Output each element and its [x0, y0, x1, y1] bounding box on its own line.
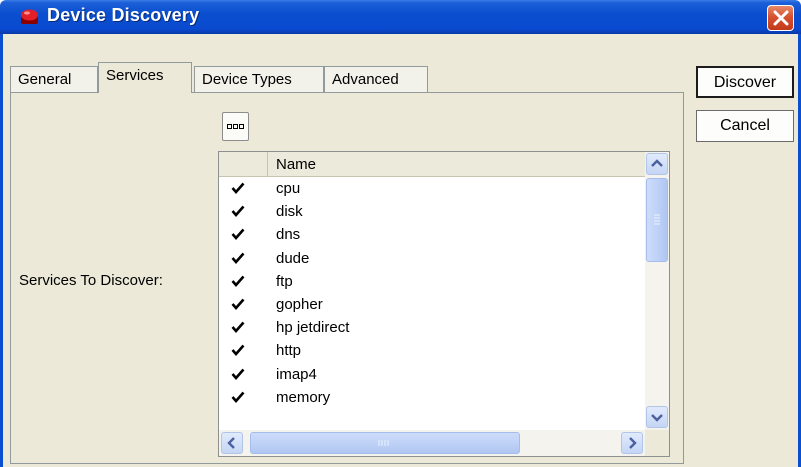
- service-row[interactable]: disk: [219, 201, 645, 224]
- checkmark-icon[interactable]: [231, 320, 245, 334]
- services-to-discover-label: Services To Discover:: [19, 272, 163, 289]
- grip-icon: [654, 214, 660, 225]
- chevron-left-icon: [227, 437, 235, 449]
- service-name: imap4: [276, 365, 317, 383]
- tab-device-types[interactable]: Device Types: [194, 66, 324, 93]
- discover-button[interactable]: Discover: [696, 66, 794, 98]
- close-button[interactable]: [767, 5, 794, 31]
- checkmark-icon[interactable]: [231, 390, 245, 404]
- tab-general[interactable]: General: [10, 66, 98, 93]
- vertical-scrollbar[interactable]: [645, 152, 669, 430]
- service-name: dude: [276, 249, 310, 267]
- title-bar[interactable]: Device Discovery: [0, 0, 801, 34]
- service-name: disk: [276, 203, 303, 221]
- service-row[interactable]: dude: [219, 248, 645, 271]
- checkmark-icon[interactable]: [231, 274, 245, 288]
- service-name: cpu: [276, 180, 301, 197]
- chevron-right-icon: [629, 437, 637, 449]
- checkmark-icon[interactable]: [231, 227, 245, 241]
- scroll-down-button[interactable]: [646, 406, 668, 428]
- checkmark-icon[interactable]: [231, 181, 245, 195]
- tab-label: Advanced: [332, 71, 399, 88]
- scroll-up-button[interactable]: [646, 153, 668, 175]
- service-name: dns: [276, 226, 301, 244]
- tab-label: General: [18, 71, 72, 88]
- tab-label: Services: [106, 67, 164, 84]
- window-title: Device Discovery: [47, 5, 200, 25]
- scrollbar-corner: [645, 430, 669, 456]
- service-name: ftp: [276, 272, 293, 290]
- vertical-scroll-thumb[interactable]: [646, 178, 668, 262]
- chevron-down-icon: [651, 414, 663, 422]
- service-row[interactable]: memory: [219, 387, 645, 410]
- name-column-header[interactable]: Name: [276, 156, 316, 173]
- chevron-up-icon: [651, 159, 663, 167]
- checkmark-icon[interactable]: [231, 367, 245, 381]
- service-row[interactable]: imap4: [219, 364, 645, 387]
- close-icon: [773, 10, 789, 26]
- ellipsis-icon: [227, 124, 244, 129]
- service-name: gopher: [276, 295, 323, 313]
- grip-icon: [378, 440, 389, 446]
- cancel-button[interactable]: Cancel: [696, 110, 794, 142]
- services-grid[interactable]: Name cpu disk dns dude ftp gopher hp jetdirect…: [218, 151, 670, 457]
- scroll-left-button[interactable]: [221, 432, 243, 454]
- service-row[interactable]: hp jetdirect: [219, 317, 645, 340]
- tab-services[interactable]: Services: [98, 62, 192, 93]
- service-row[interactable]: cpu: [219, 178, 645, 201]
- tab-advanced[interactable]: Advanced: [324, 66, 428, 93]
- services-list: cpu disk dns dude ftp gopher hp jetdirect http i…: [219, 178, 645, 410]
- checkmark-icon[interactable]: [231, 343, 245, 357]
- scroll-right-button[interactable]: [621, 432, 643, 454]
- checkmark-icon[interactable]: [231, 297, 245, 311]
- more-options-button[interactable]: [222, 112, 249, 141]
- service-row[interactable]: dns: [219, 224, 645, 247]
- service-row[interactable]: ftp: [219, 271, 645, 294]
- horizontal-scrollbar[interactable]: [219, 430, 645, 456]
- horizontal-scroll-thumb[interactable]: [250, 432, 520, 454]
- tab-label: Device Types: [202, 71, 292, 88]
- app-icon: [21, 9, 38, 24]
- service-name: http: [276, 342, 302, 360]
- checkmark-icon[interactable]: [231, 251, 245, 265]
- grid-header: Name: [219, 152, 645, 177]
- service-name: hp jetdirect: [276, 319, 350, 337]
- service-row[interactable]: gopher: [219, 294, 645, 317]
- service-name: memory: [276, 388, 331, 406]
- check-column-header[interactable]: [219, 152, 268, 177]
- service-row[interactable]: http: [219, 340, 645, 363]
- checkmark-icon[interactable]: [231, 204, 245, 218]
